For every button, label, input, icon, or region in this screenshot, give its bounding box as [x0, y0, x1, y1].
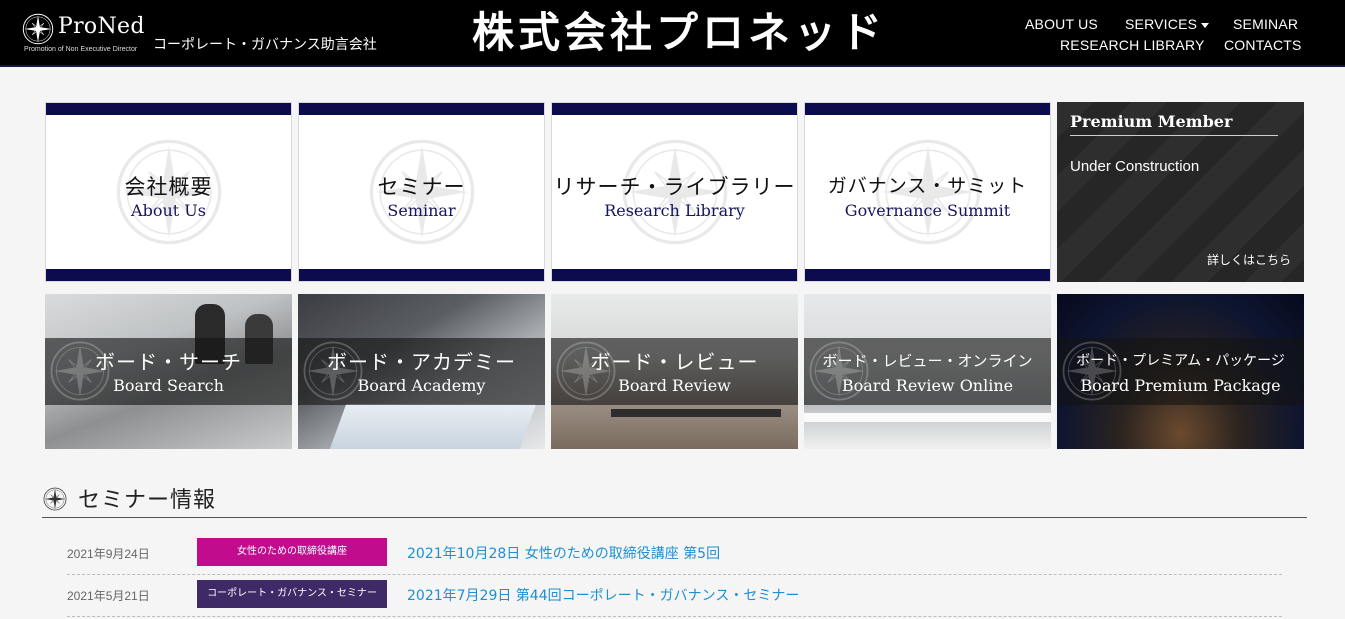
section-divider — [42, 517, 1307, 518]
service-title-jp: ボード・サーチ — [95, 350, 242, 374]
tile-title-jp: ガバナンス・サミット — [827, 175, 1028, 197]
service-overlay: ボード・プレミアム・パッケージ Board Premium Package — [1057, 338, 1304, 405]
tile-title-en: About Us — [131, 201, 206, 220]
service-title-jp: ボード・プレミアム・パッケージ — [1076, 353, 1285, 369]
tile-research-library[interactable]: リサーチ・ライブラリー Research Library — [551, 102, 798, 282]
service-board-premium-package[interactable]: ボード・プレミアム・パッケージ Board Premium Package — [1057, 294, 1304, 449]
service-title-jp: ボード・レビュー — [590, 350, 759, 374]
service-overlay: ボード・レビュー Board Review — [551, 338, 798, 405]
nav-about-us[interactable]: ABOUT US — [1025, 16, 1098, 32]
tile-title-en: Research Library — [604, 201, 745, 220]
tile-title-en: Seminar — [387, 201, 456, 220]
site-header: ProNed Promotion of Non Executive Direct… — [0, 0, 1345, 67]
seminar-category-badge[interactable]: 女性のための取締役講座 — [197, 538, 387, 566]
premium-status: Under Construction — [1070, 158, 1200, 175]
service-title-en: Board Academy — [357, 376, 486, 395]
service-board-academy[interactable]: ボード・アカデミー Board Academy — [298, 294, 545, 449]
tile-seminar[interactable]: セミナー Seminar — [298, 102, 545, 282]
nav-seminar[interactable]: SEMINAR — [1233, 16, 1298, 32]
premium-details-link[interactable]: 詳しくはこちら — [1207, 251, 1291, 268]
tile-band-top — [805, 103, 1050, 115]
compass-section-icon — [43, 487, 67, 511]
tile-title-jp: セミナー — [377, 175, 466, 199]
section-title-seminar: セミナー情報 — [78, 488, 217, 513]
tile-title-jp: 会社概要 — [124, 175, 213, 199]
service-overlay: ボード・レビュー・オンライン Board Review Online — [804, 338, 1051, 405]
tile-band-top — [46, 103, 291, 115]
service-title-jp: ボード・アカデミー — [327, 350, 516, 374]
tagline: コーポレート・ガバナンス助言会社 — [153, 37, 377, 53]
documents-on-table — [329, 404, 537, 449]
nav-services[interactable]: SERVICES — [1125, 16, 1210, 32]
nav-contacts[interactable]: CONTACTS — [1224, 37, 1302, 53]
seminar-date: 2021年9月24日 — [67, 547, 150, 561]
nav-services-label: SERVICES — [1125, 16, 1198, 32]
tile-band-bottom — [805, 269, 1050, 281]
tile-band-bottom — [552, 269, 797, 281]
service-board-review[interactable]: ボード・レビュー Board Review — [551, 294, 798, 449]
service-title-jp: ボード・レビュー・オンライン — [822, 352, 1033, 370]
tile-band-bottom — [299, 269, 544, 281]
service-board-search[interactable]: ボード・サーチ Board Search — [45, 294, 292, 449]
logo-name: ProNed — [58, 14, 145, 39]
seminar-list-item: 2021年9月24日 女性のための取締役講座 2021年10月28日 女性のため… — [67, 533, 1282, 575]
seminar-title-link[interactable]: 2021年7月29日 第44回コーポレート・ガバナンス・セミナー — [407, 585, 799, 605]
premium-divider — [1070, 135, 1278, 136]
tile-band-top — [552, 103, 797, 115]
tile-about-us[interactable]: 会社概要 About Us — [45, 102, 292, 282]
main-nav: ABOUT US SERVICES SEMINAR RESEARCH LIBRA… — [1021, 14, 1321, 58]
service-overlay: ボード・アカデミー Board Academy — [298, 338, 545, 405]
premium-title: Premium Member — [1070, 112, 1233, 131]
tile-governance-summit[interactable]: ガバナンス・サミット Governance Summit — [804, 102, 1051, 282]
logo-subtitle: Promotion of Non Executive Director — [24, 46, 138, 53]
premium-member-panel: Premium Member Under Construction 詳しくはこち… — [1057, 102, 1304, 282]
proned-logo[interactable]: ProNed Promotion of Non Executive Direct… — [22, 12, 146, 58]
service-title-en: Board Review — [618, 376, 731, 395]
service-overlay: ボード・サーチ Board Search — [45, 338, 292, 405]
company-name: 株式会社プロネッド — [472, 8, 887, 57]
seminar-date: 2021年5月21日 — [67, 589, 150, 603]
seminar-title-link[interactable]: 2021年10月28日 女性のための取締役講座 第5回 — [407, 543, 720, 563]
service-title-en: Board Search — [113, 376, 224, 395]
nav-research-library[interactable]: RESEARCH LIBRARY — [1060, 37, 1205, 53]
chevron-down-icon — [1201, 22, 1210, 28]
service-title-en: Board Review Online — [841, 376, 1014, 395]
seminar-category-badge[interactable]: コーポレート・ガバナンス・セミナー — [197, 580, 387, 608]
service-title-en: Board Premium Package — [1080, 376, 1281, 395]
tile-band-bottom — [46, 269, 291, 281]
tile-title-en: Governance Summit — [844, 201, 1011, 220]
seminar-list-item: 2021年5月21日 コーポレート・ガバナンス・セミナー 2021年7月29日 … — [67, 575, 1282, 617]
tile-title-jp: リサーチ・ライブラリー — [553, 175, 796, 199]
desk-surface — [804, 412, 1051, 422]
table-edge — [611, 409, 781, 417]
tile-band-top — [299, 103, 544, 115]
compass-logo-icon — [22, 13, 54, 45]
service-board-review-online[interactable]: ボード・レビュー・オンライン Board Review Online — [804, 294, 1051, 449]
